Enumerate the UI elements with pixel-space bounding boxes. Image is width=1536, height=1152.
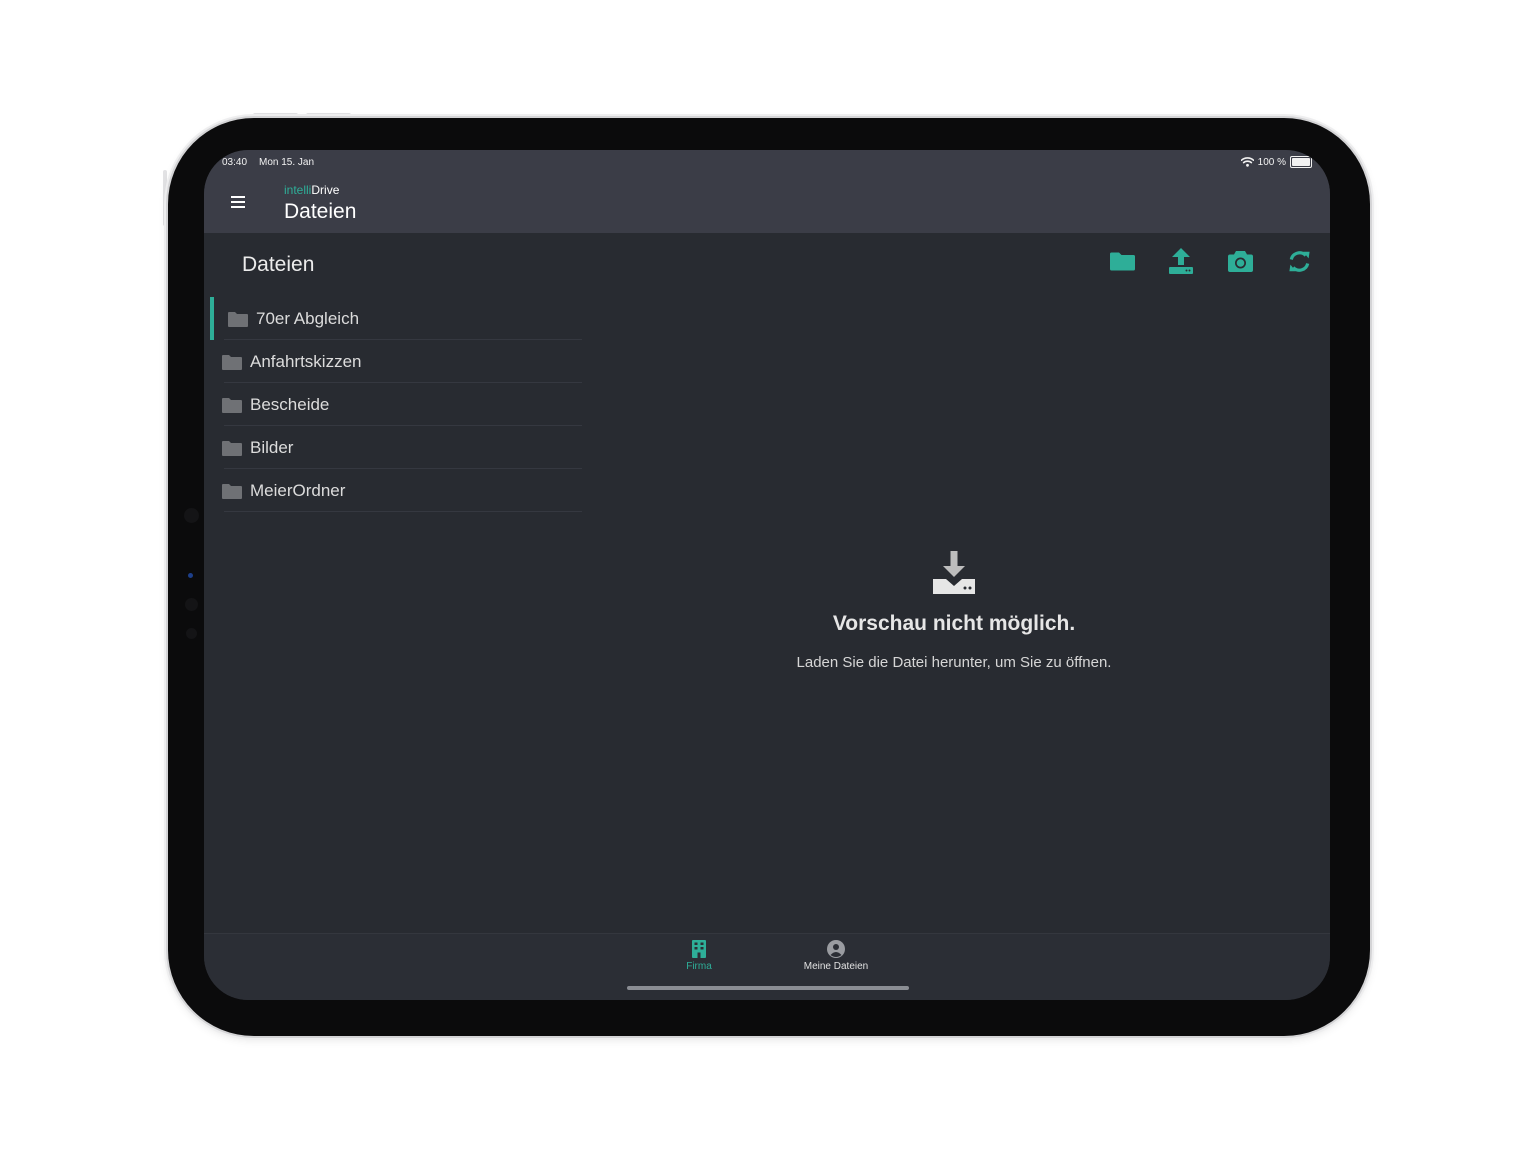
power-button [163,170,167,226]
folder-icon [222,397,242,413]
folder-item[interactable]: Bescheide [210,383,582,426]
folder-name: Anfahrtskizzen [250,351,362,371]
file-toolbar [1109,248,1312,274]
tab-label: Meine Dateien [803,961,869,972]
hamburger-menu-button[interactable] [228,192,248,212]
camera-button[interactable] [1227,248,1253,274]
preview-subtitle: Laden Sie die Datei herunter, um Sie zu … [796,654,1112,671]
folder-icon [1109,252,1135,271]
preview-title: Vorschau nicht möglich. [832,612,1076,635]
page-title: Dateien [284,200,357,223]
folder-item[interactable]: 70er Abgleich [210,297,582,340]
upload-icon [1169,248,1193,274]
camera-lens [185,598,198,611]
camera-icon [1227,250,1253,272]
home-indicator [627,986,909,990]
folder-icon [222,354,242,370]
hamburger-icon [231,196,245,208]
app-screen: 03:40 Mon 15. Jan 100 % intelliDrive Dat… [204,150,1330,1000]
folder-name: Bescheide [250,394,330,414]
active-indicator [210,297,214,340]
battery-icon [1290,156,1312,168]
app-header: 03:40 Mon 15. Jan 100 % intelliDrive Dat… [204,150,1330,233]
status-date: Mon 15. Jan [259,157,315,168]
wifi-icon [1240,157,1254,167]
camera-lens [184,508,199,523]
folder-icon [228,311,248,327]
building-icon [692,940,706,958]
page: 03:40 Mon 15. Jan 100 % intelliDrive Dat… [0,0,1536,1152]
brand-suffix: Drive [311,183,340,197]
folder-name: MeierOrdner [250,480,346,500]
sidebar-title: Dateien [242,253,315,276]
folder-item[interactable]: Anfahrtskizzen [210,340,582,383]
brand-prefix: intelli [284,183,312,197]
refresh-button[interactable] [1286,248,1312,274]
folder-name: Bilder [250,437,294,457]
new-folder-button[interactable] [1109,248,1135,274]
download-icon [933,551,975,594]
tab-label: Firma [686,961,712,972]
folder-icon [222,483,242,499]
upload-button[interactable] [1168,248,1194,274]
volume-up-button [253,113,298,117]
tab-firma[interactable]: Firma [674,940,724,972]
sensor-dot [188,573,193,578]
folder-list: 70er Abgleich Anfahrtskizzen Bescheide B… [210,297,582,512]
folder-name: 70er Abgleich [256,308,360,328]
tab-meine-dateien[interactable]: Meine Dateien [796,940,876,972]
volume-down-button [306,113,351,117]
battery-level [1292,158,1310,166]
person-icon [827,940,845,958]
brand-logo: intelliDrive [284,183,339,197]
battery-percentage: 100 % [1257,156,1286,168]
status-time: 03:40 [222,157,248,168]
status-indicators: 100 % [1240,156,1312,168]
folder-icon [222,440,242,456]
folder-item[interactable]: MeierOrdner [210,469,582,512]
camera-lens [186,628,197,639]
folder-item[interactable]: Bilder [210,426,582,469]
refresh-icon [1288,250,1310,272]
